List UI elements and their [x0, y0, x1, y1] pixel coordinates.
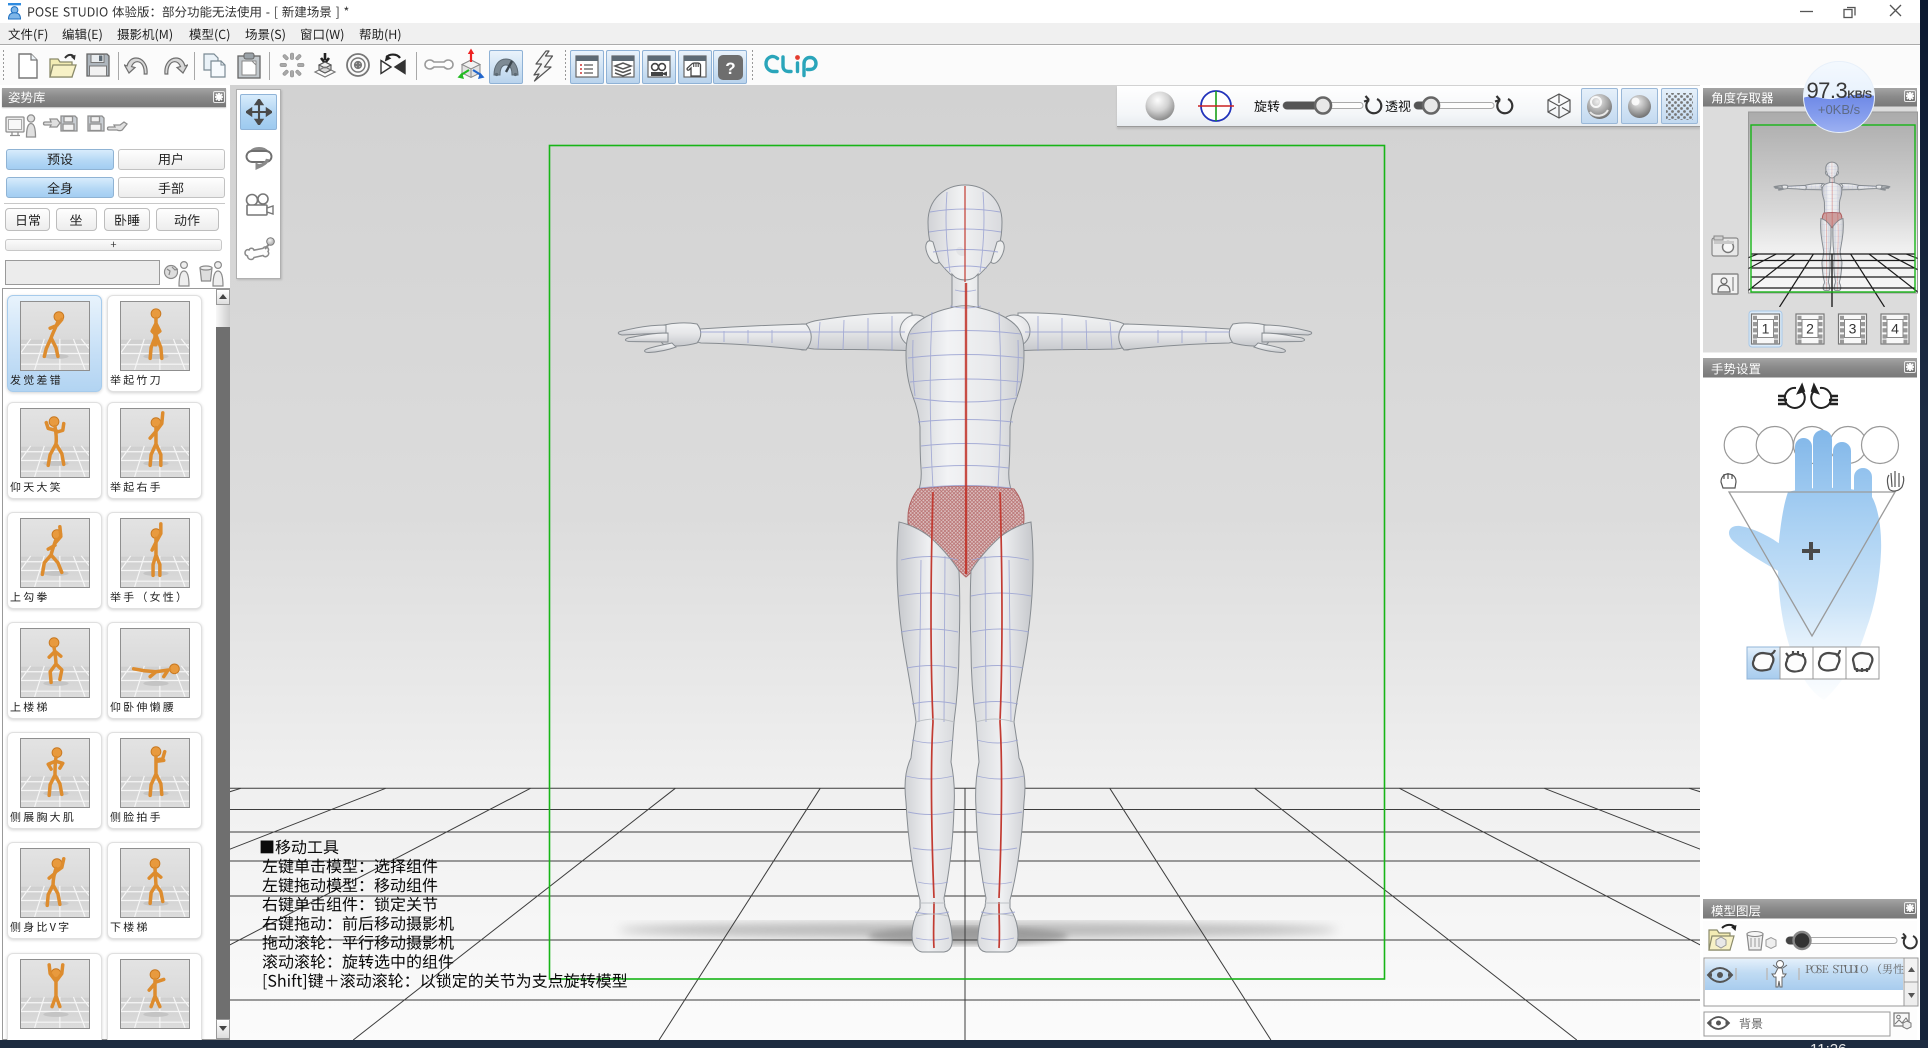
svg-text:4: 4 — [1891, 321, 1899, 337]
svg-text:2: 2 — [1806, 321, 1814, 337]
svg-text:?: ? — [725, 59, 735, 78]
svg-text:3: 3 — [1849, 321, 1857, 337]
svg-text:11:26: 11:26 — [1810, 1041, 1846, 1048]
svg-text:1: 1 — [1762, 321, 1770, 337]
